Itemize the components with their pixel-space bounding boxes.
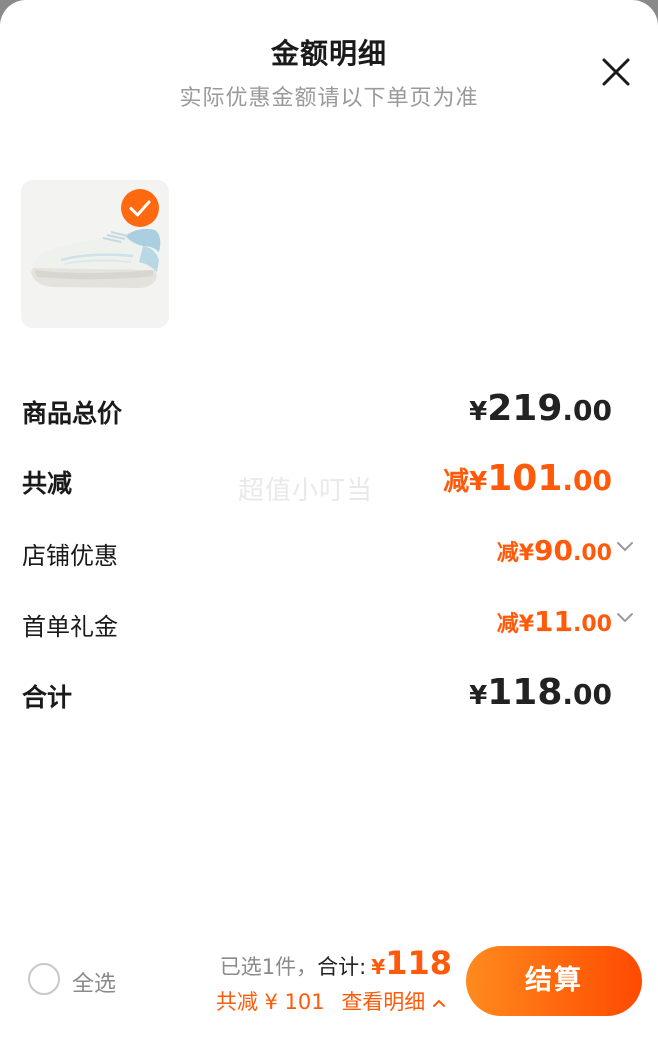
total-label: 合计: [317,955,367,979]
row-label: 商品总价 [22,399,123,428]
row-amount: ¥118.00 [469,672,612,713]
row-amount: ¥219.00 [469,388,612,429]
total-prefix: ¥ [371,955,386,979]
total-value: 118 [385,944,452,982]
page-subtitle: 实际优惠金额请以下单页为准 [179,86,479,111]
amount-detail-sheet: 金额明细 实际优惠金额请以下单页为准 商品总价 ¥219.00 共减 减¥101… [0,0,658,1037]
amount-decimal: .00 [562,678,612,711]
row-label: 首单礼金 [22,613,118,641]
amount-decimal: .00 [562,394,612,427]
amount-prefix: ¥ [469,681,488,711]
row-total-price: 商品总价 ¥219.00 [22,388,618,432]
row-amount: 减¥90.00 [497,534,612,567]
chevron-down-icon[interactable] [616,540,634,554]
amount-decimal: .00 [573,612,612,637]
discount-text: 共减 ¥ 101 [215,990,325,1014]
checkout-button[interactable]: 结算 [466,946,642,1016]
chevron-up-icon [433,999,445,1007]
checkout-bar: 全选 已选1件，合计: ¥118 共减 ¥ 101 查看明细 结算 [0,930,658,1037]
page-title: 金额明细 [270,37,387,70]
amount-integer: 118 [487,672,563,713]
close-icon [602,58,630,86]
row-amount: 减¥11.00 [497,605,612,638]
row-label: 合计 [22,683,73,712]
amount-integer: 101 [487,458,563,499]
amount-integer: 90 [534,534,574,567]
selected-count: 已选1件， [219,955,318,979]
chevron-down-icon[interactable] [616,611,634,625]
row-first-order-gift[interactable]: 首单礼金 减¥11.00 [22,601,633,645]
view-detail-label: 查看明细 [341,990,426,1014]
amount-integer: 11 [534,605,574,638]
row-store-discount[interactable]: 店铺优惠 减¥90.00 [22,530,633,574]
summary-discount: 共减 ¥ 101 查看明细 [216,986,446,1016]
close-button[interactable] [596,52,636,92]
amount-prefix: 减¥ [496,612,535,637]
watermark: 超值小叮当 [238,476,374,506]
row-sum: 合计 ¥118.00 [22,672,618,716]
summary-total: 已选1件，合计: ¥118 [220,944,452,982]
amount-decimal: .00 [562,464,612,497]
selected-check-badge[interactable] [121,189,159,227]
amount-prefix: 减¥ [443,467,488,497]
amount-prefix: 减¥ [496,541,535,566]
row-label: 共减 [22,469,73,498]
select-all-radio[interactable] [28,963,60,995]
row-amount: 减¥101.00 [443,458,612,499]
check-icon [129,200,151,217]
row-label: 店铺优惠 [22,542,118,570]
amount-integer: 219 [487,388,563,429]
amount-prefix: ¥ [469,397,488,427]
amount-decimal: .00 [573,541,612,566]
select-all-label[interactable]: 全选 [72,966,116,998]
view-detail-link[interactable]: 查看明细 [341,990,446,1014]
